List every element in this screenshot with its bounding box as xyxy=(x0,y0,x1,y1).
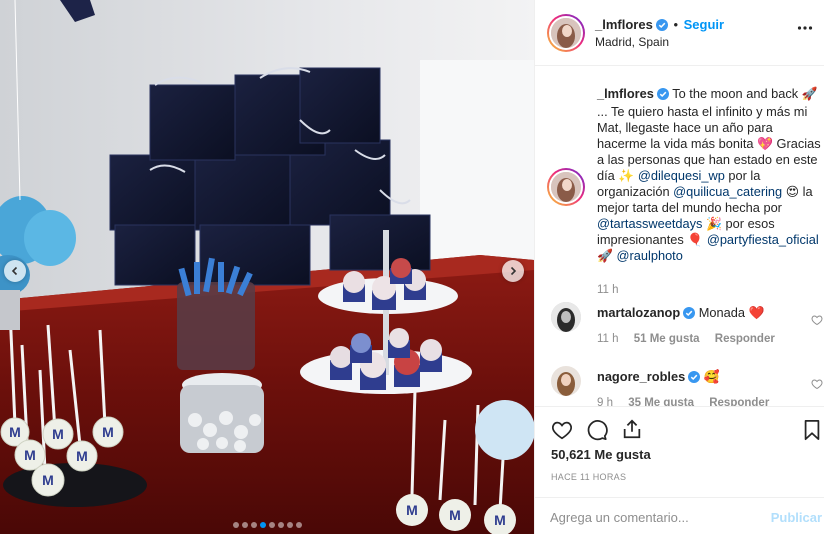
comment-likes[interactable]: 51 Me gusta xyxy=(634,333,700,345)
caption: _lmflores To the moon and back 🚀 ... Te … xyxy=(597,86,823,298)
verified-badge-icon xyxy=(683,307,696,322)
heart-outline-icon xyxy=(811,379,823,390)
caption-author-avatar[interactable] xyxy=(547,168,585,206)
mention-link[interactable]: @partyfiesta_oficial xyxy=(707,232,819,247)
comment-text: Monada ❤️ xyxy=(698,305,765,320)
verified-badge-icon xyxy=(688,371,701,386)
author-avatar[interactable] xyxy=(547,14,585,52)
post-header: _lmflores • Seguir Madrid, Spain xyxy=(535,0,824,66)
like-comment-button[interactable] xyxy=(811,314,823,329)
post-sidebar: _lmflores • Seguir Madrid, Spain _lmflor… xyxy=(534,0,824,534)
commenter-avatar[interactable] xyxy=(551,366,581,396)
svg-text:M: M xyxy=(24,447,36,463)
mention-link[interactable]: @raulphoto xyxy=(617,248,683,263)
comment-time[interactable]: 11 h xyxy=(597,333,619,345)
comment-item: martalozanop Monada ❤️ 11 h 51 Me gusta … xyxy=(535,302,824,354)
like-button[interactable] xyxy=(551,419,573,444)
comment-item: nagore_robles 🥰 9 h 35 Me gusta Responde… xyxy=(535,366,824,406)
comment-composer: Publicar xyxy=(535,497,824,534)
carousel-dot xyxy=(250,522,257,528)
carousel-dot xyxy=(268,522,275,528)
comment-bubble-icon xyxy=(587,420,608,441)
svg-text:M: M xyxy=(449,507,461,523)
comment-input[interactable] xyxy=(550,506,750,528)
publish-button[interactable]: Publicar xyxy=(771,510,822,525)
avatar-image xyxy=(549,16,583,50)
caption-username[interactable]: _lmflores xyxy=(597,86,654,101)
chevron-left-icon xyxy=(11,266,18,276)
carousel-dot xyxy=(277,522,284,528)
caption-time[interactable]: 11 h xyxy=(597,282,823,298)
svg-text:M: M xyxy=(52,426,64,442)
carousel-dot xyxy=(286,522,293,528)
save-button[interactable] xyxy=(803,419,821,444)
verified-badge-icon xyxy=(655,19,668,34)
mention-link[interactable]: @quilicua_catering xyxy=(673,184,782,199)
share-button[interactable] xyxy=(621,418,643,443)
reply-button[interactable]: Responder xyxy=(715,333,775,345)
heart-icon xyxy=(552,421,572,440)
comment-text: 🥰 xyxy=(703,369,720,384)
carousel-next-button[interactable] xyxy=(502,260,524,282)
follow-button[interactable]: Seguir xyxy=(684,17,724,32)
carousel-indicator xyxy=(0,522,534,528)
reply-button[interactable]: Responder xyxy=(709,397,769,406)
comment-username[interactable]: martalozanop xyxy=(597,305,680,320)
carousel-prev-button[interactable] xyxy=(4,260,26,282)
mention-link[interactable]: @tartassweetdays xyxy=(597,216,702,231)
likes-count[interactable]: 50,621 Me gusta xyxy=(551,447,651,462)
verified-badge-icon xyxy=(656,88,669,104)
post-timestamp[interactable]: HACE 11 HORAS xyxy=(551,472,626,482)
bookmark-icon xyxy=(804,419,820,441)
svg-text:M: M xyxy=(76,448,88,464)
comment-time[interactable]: 9 h xyxy=(597,397,613,406)
svg-text:M: M xyxy=(42,472,54,488)
author-username[interactable]: _lmflores xyxy=(595,17,653,32)
avatar-image xyxy=(549,170,583,204)
comment-button[interactable] xyxy=(586,419,608,444)
chevron-right-icon xyxy=(510,266,517,276)
heart-outline-icon xyxy=(811,315,823,326)
mention-link[interactable]: @dilequesi_wp xyxy=(638,168,725,183)
svg-text:M: M xyxy=(9,424,21,440)
caption-body: To the moon and back 🚀 ... Te quiero has… xyxy=(597,86,821,263)
comments-section[interactable]: _lmflores To the moon and back 🚀 ... Te … xyxy=(535,66,824,406)
share-upload-icon xyxy=(623,419,641,439)
comment-likes[interactable]: 35 Me gusta xyxy=(628,397,694,406)
like-comment-button[interactable] xyxy=(811,378,823,393)
post-media[interactable]: MMM MMM MMM xyxy=(0,0,534,534)
post-photo: MMM MMM MMM xyxy=(0,0,534,534)
more-horizontal-icon xyxy=(797,26,813,30)
carousel-dot xyxy=(232,522,239,528)
carousel-dot xyxy=(241,522,248,528)
carousel-dot xyxy=(295,522,302,528)
svg-text:M: M xyxy=(102,424,114,440)
svg-text:M: M xyxy=(406,502,418,518)
caption-text: 🚀 xyxy=(597,248,617,263)
post-actions: 50,621 Me gusta HACE 11 HORAS xyxy=(535,406,824,496)
more-options-button[interactable] xyxy=(797,20,813,39)
commenter-avatar[interactable] xyxy=(551,302,581,332)
carousel-dot xyxy=(259,522,266,528)
comment-username[interactable]: nagore_robles xyxy=(597,369,685,384)
header-separator: • xyxy=(673,17,678,32)
post-location[interactable]: Madrid, Spain xyxy=(595,35,669,49)
